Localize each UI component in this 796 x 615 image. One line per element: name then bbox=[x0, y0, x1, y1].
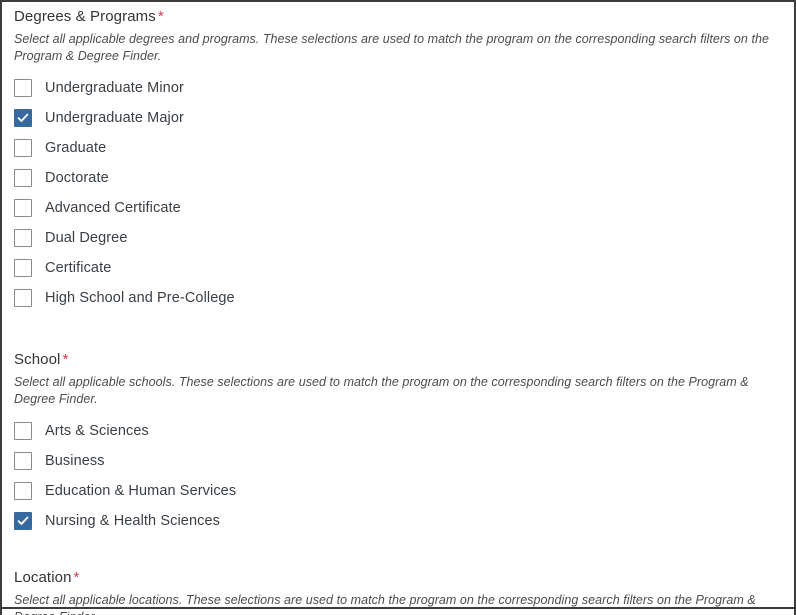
checkbox-label[interactable]: Graduate bbox=[45, 139, 106, 157]
checkbox-row[interactable]: Certificate bbox=[14, 253, 782, 283]
checkbox-label[interactable]: Doctorate bbox=[45, 169, 109, 187]
field-label-location: Location * bbox=[14, 568, 782, 587]
field-help-degrees-and-programs: Select all applicable degrees and progra… bbox=[14, 32, 769, 63]
checkbox-label[interactable]: Arts & Sciences bbox=[45, 422, 149, 440]
field-label-degrees-and-programs: Degrees & Programs * bbox=[14, 7, 782, 26]
checkbox-row[interactable]: Dual Degree bbox=[14, 223, 782, 253]
checkbox-label[interactable]: Advanced Certificate bbox=[45, 199, 181, 217]
checkbox-label[interactable]: Undergraduate Major bbox=[45, 109, 184, 127]
checkbox-advanced-certificate[interactable] bbox=[14, 199, 32, 217]
checkbox-row[interactable]: Nursing & Health Sciences bbox=[14, 506, 782, 536]
checkbox-row[interactable]: Education & Human Services bbox=[14, 476, 782, 506]
checkbox-row[interactable]: Advanced Certificate bbox=[14, 193, 782, 223]
checkbox-high-school-and-pre-college[interactable] bbox=[14, 289, 32, 307]
checkbox-graduate[interactable] bbox=[14, 139, 32, 157]
field-label-text: School bbox=[14, 351, 61, 368]
frame-bottom-border bbox=[2, 607, 794, 609]
required-asterisk: * bbox=[157, 8, 164, 25]
checkbox-list-school: Arts & Sciences Business Education & Hum… bbox=[14, 416, 782, 536]
checkbox-row[interactable]: Undergraduate Minor bbox=[14, 73, 782, 103]
field-group-school: School * Select all applicable schools. T… bbox=[14, 313, 782, 536]
checkbox-label[interactable]: Dual Degree bbox=[45, 229, 128, 247]
checkbox-row[interactable]: Graduate bbox=[14, 133, 782, 163]
field-label-school: School * bbox=[14, 350, 782, 369]
checkbox-list-degrees-and-programs: Undergraduate Minor Undergraduate Major bbox=[14, 73, 782, 313]
checkbox-row[interactable]: Undergraduate Major bbox=[14, 103, 782, 133]
checkbox-education-and-human-services[interactable] bbox=[14, 482, 32, 500]
checkbox-row[interactable]: Arts & Sciences bbox=[14, 416, 782, 446]
check-icon bbox=[17, 515, 29, 527]
checkbox-label[interactable]: Education & Human Services bbox=[45, 482, 236, 500]
field-label-text: Degrees & Programs bbox=[14, 8, 156, 25]
checkbox-nursing-and-health-sciences[interactable] bbox=[14, 512, 32, 530]
checkbox-doctorate[interactable] bbox=[14, 169, 32, 187]
checkbox-certificate[interactable] bbox=[14, 259, 32, 277]
form-body: Degrees & Programs * Select all applicabl… bbox=[2, 2, 794, 615]
required-asterisk: * bbox=[62, 351, 69, 368]
field-group-location: Location * Select all applicable location… bbox=[14, 536, 782, 615]
checkbox-label[interactable]: Nursing & Health Sciences bbox=[45, 512, 220, 530]
checkbox-dual-degree[interactable] bbox=[14, 229, 32, 247]
checkbox-label[interactable]: Certificate bbox=[45, 259, 111, 277]
checkbox-undergraduate-major[interactable] bbox=[14, 109, 32, 127]
checkbox-undergraduate-minor[interactable] bbox=[14, 79, 32, 97]
checkbox-row[interactable]: High School and Pre-College bbox=[14, 283, 782, 313]
checkbox-label[interactable]: Business bbox=[45, 452, 105, 470]
check-icon bbox=[17, 112, 29, 124]
checkbox-business[interactable] bbox=[14, 452, 32, 470]
field-help-school: Select all applicable schools. These sel… bbox=[14, 375, 749, 406]
form-screen: Degrees & Programs * Select all applicabl… bbox=[0, 0, 796, 615]
checkbox-arts-and-sciences[interactable] bbox=[14, 422, 32, 440]
field-label-text: Location bbox=[14, 569, 72, 586]
checkbox-row[interactable]: Doctorate bbox=[14, 163, 782, 193]
field-help-location: Select all applicable locations. These s… bbox=[14, 593, 756, 615]
checkbox-row[interactable]: Business bbox=[14, 446, 782, 476]
checkbox-label[interactable]: Undergraduate Minor bbox=[45, 79, 184, 97]
checkbox-label[interactable]: High School and Pre-College bbox=[45, 289, 235, 307]
field-group-degrees-and-programs: Degrees & Programs * Select all applicabl… bbox=[14, 2, 782, 313]
required-asterisk: * bbox=[73, 569, 80, 586]
